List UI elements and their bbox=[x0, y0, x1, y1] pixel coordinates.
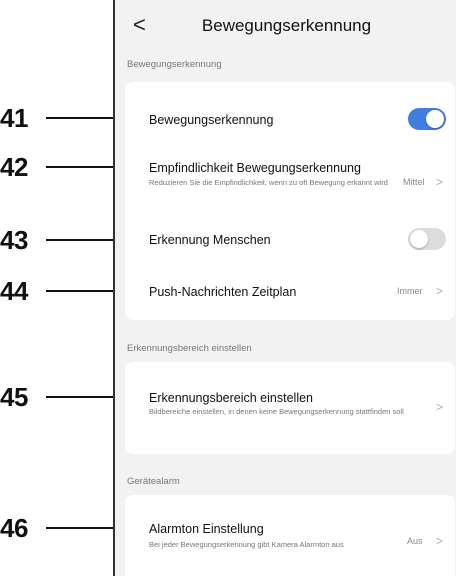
row-sensitivity[interactable]: Empfindlichkeit Bewegungserkennung Reduz… bbox=[125, 156, 455, 208]
section-label-motion: Bewegungserkennung bbox=[127, 59, 222, 70]
toggle-knob bbox=[410, 230, 428, 248]
row-push-schedule[interactable]: Push-Nachrichten Zeitplan Immer > bbox=[125, 258, 455, 320]
chevron-right-icon: > bbox=[436, 175, 444, 189]
callout-number: 44 bbox=[0, 276, 28, 306]
push-schedule-value: Immer bbox=[397, 286, 423, 296]
row-title: Bewegungserkennung bbox=[149, 113, 274, 127]
row-detection-area[interactable]: Erkennungsbereich einstellen Bildbereich… bbox=[125, 362, 455, 454]
row-title: Empfindlichkeit Bewegungserkennung bbox=[149, 161, 361, 175]
chevron-right-icon: > bbox=[436, 534, 444, 548]
callout-number: 42 bbox=[0, 152, 28, 182]
card-device-alarm: Alarmton Einstellung Bei jeder Bewegungs… bbox=[125, 495, 455, 576]
callout-number: 41 bbox=[0, 103, 28, 133]
section-label-detection-area: Erkennungsbereich einstellen bbox=[127, 343, 252, 354]
chevron-right-icon: > bbox=[436, 400, 444, 414]
chevron-right-icon: > bbox=[436, 284, 444, 298]
toggle-knob bbox=[426, 110, 444, 128]
row-motion-detection[interactable]: Bewegungserkennung bbox=[125, 82, 455, 156]
card-detection-area: Erkennungsbereich einstellen Bildbereich… bbox=[125, 362, 455, 454]
row-alarm-tone[interactable]: Alarmton Einstellung Bei jeder Bewegungs… bbox=[125, 495, 455, 576]
sensitivity-value: Mittel bbox=[403, 177, 425, 187]
callout-number: 46 bbox=[0, 513, 28, 543]
section-label-device-alarm: Gerätealarm bbox=[127, 476, 180, 487]
motion-detection-toggle[interactable] bbox=[408, 108, 446, 130]
row-subtitle: Reduzieren Sie die Empfindlichkeit, wenn… bbox=[149, 178, 388, 187]
alarm-tone-value: Aus bbox=[407, 536, 423, 546]
row-title: Erkennungsbereich einstellen bbox=[149, 391, 313, 405]
row-title: Erkennung Menschen bbox=[149, 233, 271, 247]
human-detection-toggle[interactable] bbox=[408, 228, 446, 250]
row-subtitle: Bei jeder Bewegungserkennung gibt Kamera… bbox=[149, 540, 344, 549]
callout-number: 43 bbox=[0, 225, 28, 255]
callout-number: 45 bbox=[0, 382, 28, 412]
card-motion-detection: Bewegungserkennung Empfindlichkeit Beweg… bbox=[125, 82, 455, 320]
page-title: Bewegungserkennung bbox=[201, 16, 372, 35]
row-title: Push-Nachrichten Zeitplan bbox=[149, 285, 297, 299]
row-title: Alarmton Einstellung bbox=[149, 522, 264, 536]
phone-screen: < Bewegungserkennung Bewegungserkennung … bbox=[113, 0, 456, 576]
row-subtitle: Bildbereiche einstellen, in denen keine … bbox=[149, 407, 404, 416]
row-human-detection[interactable]: Erkennung Menschen bbox=[125, 208, 455, 258]
navigation-bar: < Bewegungserkennung bbox=[115, 0, 456, 52]
